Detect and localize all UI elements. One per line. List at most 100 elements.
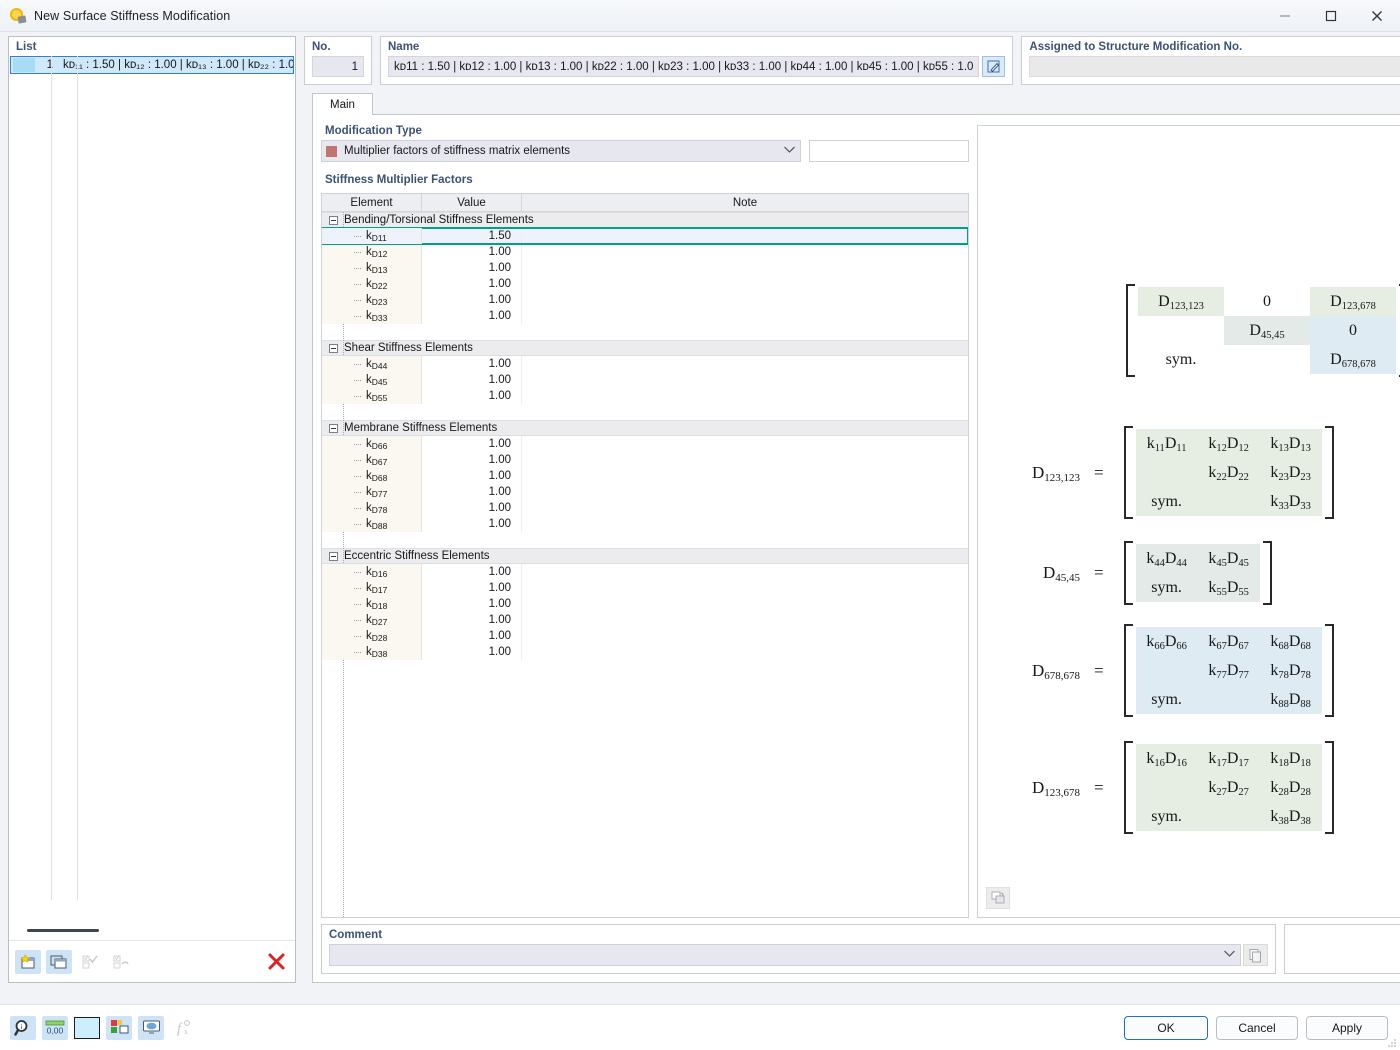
cell-value[interactable]: 1.00 xyxy=(422,644,522,660)
collapse-icon[interactable] xyxy=(329,423,338,433)
cell-value[interactable]: 1.00 xyxy=(422,516,522,532)
list-item[interactable]: 1 kᴅ₁₁ : 1.50 | kᴅ₁₂ : 1.00 | kᴅ₁₃ : 1.0… xyxy=(10,56,294,74)
color-swatch-button[interactable] xyxy=(74,1016,100,1039)
table-row[interactable]: k D55 1.00 xyxy=(322,388,968,404)
table-group-header[interactable]: Membrane Stiffness Elements xyxy=(322,420,968,436)
cell-value[interactable]: 1.00 xyxy=(422,580,522,596)
cell-note[interactable] xyxy=(522,628,968,644)
table-row[interactable]: k D18 1.00 xyxy=(322,596,968,612)
copy-comment-button[interactable] xyxy=(1243,944,1269,966)
cell-value[interactable]: 1.00 xyxy=(422,308,522,324)
table-row[interactable]: k D23 1.00 xyxy=(322,292,968,308)
panel-resize-handle[interactable] xyxy=(27,929,99,932)
comment-input[interactable] xyxy=(329,944,1242,966)
cell-value[interactable]: 1.00 xyxy=(422,292,522,308)
table-group-header[interactable]: Eccentric Stiffness Elements xyxy=(322,548,968,564)
table-row[interactable]: k D16 1.00 xyxy=(322,564,968,580)
name-input[interactable]: kᴅ11 : 1.50 | kᴅ12 : 1.00 | kᴅ13 : 1.00 … xyxy=(388,56,980,77)
cancel-button[interactable]: Cancel xyxy=(1216,1015,1298,1040)
cell-value[interactable]: 1.00 xyxy=(422,612,522,628)
table-row[interactable]: k D11 1.50 xyxy=(322,227,968,245)
cell-note[interactable] xyxy=(522,260,968,276)
cell-note[interactable] xyxy=(522,452,968,468)
collapse-icon[interactable] xyxy=(329,343,338,353)
table-row[interactable]: k D44 1.00 xyxy=(322,356,968,372)
list-grid[interactable]: 1 kᴅ₁₁ : 1.50 | kᴅ₁₂ : 1.00 | kᴅ₁₃ : 1.0… xyxy=(9,56,295,940)
cell-value[interactable]: 1.00 xyxy=(422,596,522,612)
table-row[interactable]: k D88 1.00 xyxy=(322,516,968,532)
table-body[interactable]: Bending/Torsional Stiffness Elements k D11… xyxy=(322,212,968,917)
cell-value[interactable]: 1.00 xyxy=(422,628,522,644)
matrix-row: k77D77 k78D78 xyxy=(1135,656,1322,685)
units-button[interactable]: 0,00 xyxy=(42,1015,68,1040)
table-row[interactable]: k D78 1.00 xyxy=(322,500,968,516)
cell-note[interactable] xyxy=(522,436,968,452)
table-row[interactable]: k D27 1.00 xyxy=(322,612,968,628)
cell-value[interactable]: 1.00 xyxy=(422,564,522,580)
display-button[interactable] xyxy=(138,1015,164,1040)
collapse-icon[interactable] xyxy=(329,215,338,225)
cell-value[interactable]: 1.00 xyxy=(422,484,522,500)
export-image-button[interactable] xyxy=(986,887,1010,909)
cell-value[interactable]: 1.00 xyxy=(422,244,522,260)
table-row[interactable]: k D28 1.00 xyxy=(322,628,968,644)
table-group-header[interactable]: Bending/Torsional Stiffness Elements xyxy=(322,212,968,228)
cell-note[interactable] xyxy=(522,388,968,404)
new-item-button[interactable] xyxy=(15,949,41,974)
cell-value[interactable]: 1.00 xyxy=(422,388,522,404)
cell-value[interactable]: 1.00 xyxy=(422,436,522,452)
no-input[interactable]: 1 xyxy=(312,56,364,77)
cell-note[interactable] xyxy=(522,468,968,484)
window-resize-grip[interactable] xyxy=(1387,1038,1397,1048)
cell-note[interactable] xyxy=(522,356,968,372)
table-row[interactable]: k D12 1.00 xyxy=(322,244,968,260)
cell-note[interactable] xyxy=(522,564,968,580)
copy-item-button[interactable] xyxy=(46,949,72,974)
cell-note[interactable] xyxy=(522,612,968,628)
cell-value[interactable]: 1.00 xyxy=(422,500,522,516)
table-row[interactable]: k D22 1.00 xyxy=(322,276,968,292)
ok-button[interactable]: OK xyxy=(1124,1015,1208,1040)
cell-value[interactable]: 1.00 xyxy=(422,372,522,388)
cell-note[interactable] xyxy=(522,516,968,532)
render-button[interactable] xyxy=(106,1015,132,1040)
cell-note[interactable] xyxy=(522,484,968,500)
cell-value[interactable]: 1.00 xyxy=(422,468,522,484)
cell-note[interactable] xyxy=(522,292,968,308)
assigned-input[interactable] xyxy=(1029,56,1400,77)
cell-value[interactable]: 1.00 xyxy=(422,452,522,468)
table-row[interactable]: k D77 1.00 xyxy=(322,484,968,500)
cell-note[interactable] xyxy=(522,228,968,244)
close-icon[interactable] xyxy=(1354,0,1400,32)
modification-type-select[interactable]: Multiplier factors of stiffness matrix e… xyxy=(321,140,801,162)
table-row[interactable]: k D66 1.00 xyxy=(322,436,968,452)
maximize-icon[interactable] xyxy=(1308,0,1354,32)
cell-note[interactable] xyxy=(522,276,968,292)
table-row[interactable]: k D38 1.00 xyxy=(322,644,968,660)
table-row[interactable]: k D68 1.00 xyxy=(322,468,968,484)
cell-note[interactable] xyxy=(522,596,968,612)
cell-note[interactable] xyxy=(522,644,968,660)
collapse-icon[interactable] xyxy=(329,551,338,561)
find-button[interactable]: i xyxy=(10,1015,36,1040)
table-group-header[interactable]: Shear Stiffness Elements xyxy=(322,340,968,356)
tab-main[interactable]: Main xyxy=(312,93,373,115)
table-row[interactable]: k D45 1.00 xyxy=(322,372,968,388)
table-row[interactable]: k D67 1.00 xyxy=(322,452,968,468)
cell-value[interactable]: 1.00 xyxy=(422,260,522,276)
minimize-icon[interactable] xyxy=(1262,0,1308,32)
apply-button[interactable]: Apply xyxy=(1306,1015,1388,1040)
cell-note[interactable] xyxy=(522,580,968,596)
cell-note[interactable] xyxy=(522,308,968,324)
table-row[interactable]: k D13 1.00 xyxy=(322,260,968,276)
cell-value[interactable]: 1.50 xyxy=(422,228,522,244)
cell-note[interactable] xyxy=(522,500,968,516)
cell-value[interactable]: 1.00 xyxy=(422,276,522,292)
delete-item-button[interactable] xyxy=(263,950,289,974)
edit-name-button[interactable] xyxy=(982,56,1006,77)
table-row[interactable]: k D33 1.00 xyxy=(322,308,968,324)
table-row[interactable]: k D17 1.00 xyxy=(322,580,968,596)
cell-note[interactable] xyxy=(522,372,968,388)
cell-note[interactable] xyxy=(522,244,968,260)
cell-value[interactable]: 1.00 xyxy=(422,356,522,372)
